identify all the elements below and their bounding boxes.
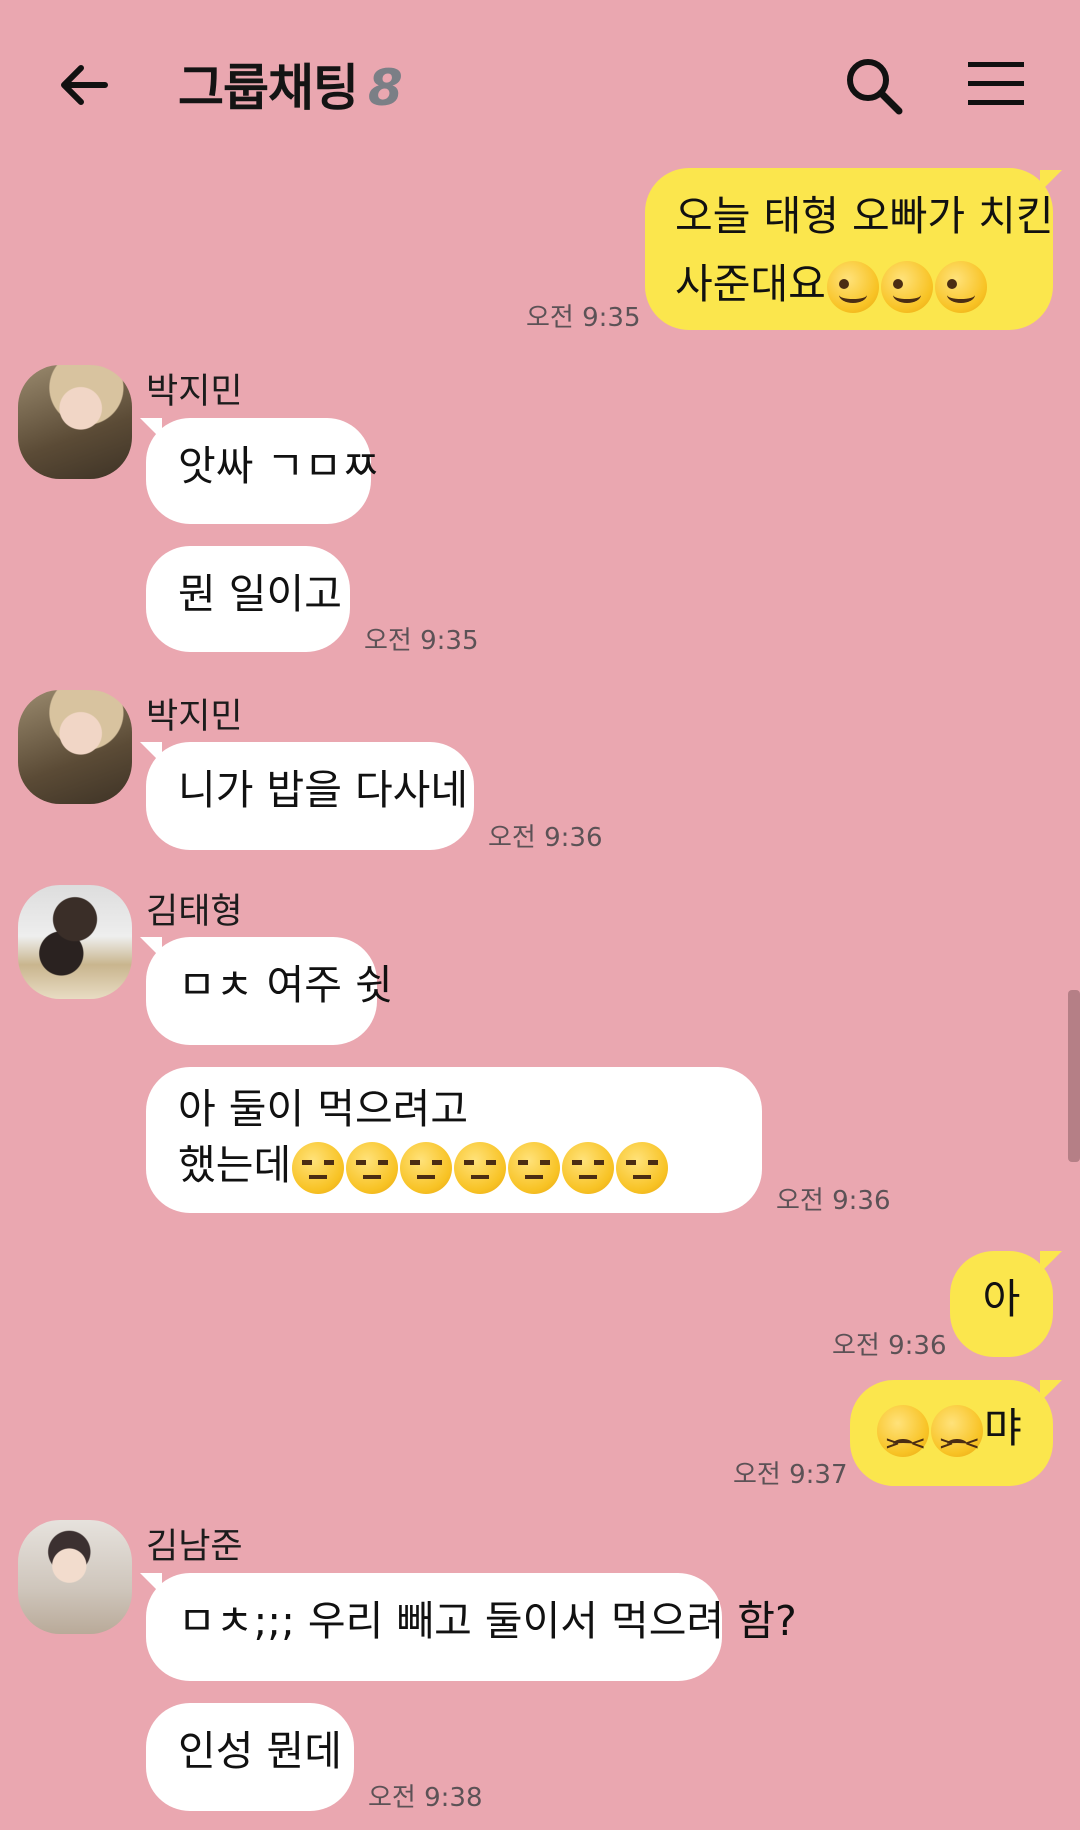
- incoming-message-bubble[interactable]: 니가 밥을 다사네: [146, 742, 474, 850]
- sender-name: 박지민: [146, 697, 243, 737]
- message-timestamp: 오전 9:35: [526, 303, 641, 333]
- message-timestamp: 오전 9:38: [368, 1783, 483, 1813]
- expressionless-face-emoji: [454, 1142, 507, 1194]
- incoming-message-bubble[interactable]: ㅁㅊ 여주 쉿: [146, 937, 393, 1045]
- persevering-face-emoji: [877, 1405, 929, 1474]
- bubble-tail: [1040, 1251, 1062, 1273]
- expressionless-face-emoji: [292, 1142, 345, 1194]
- back-arrow-icon[interactable]: [55, 55, 115, 115]
- expressionless-face-emoji: [400, 1142, 453, 1194]
- sender-name: 김남준: [146, 1527, 243, 1567]
- message-timestamp: 오전 9:36: [488, 823, 603, 853]
- avatar-kim-namjoon[interactable]: [18, 1520, 132, 1634]
- message-line: 사준대요: [675, 260, 826, 308]
- incoming-message-bubble[interactable]: 뭔 일이고: [146, 546, 350, 652]
- message-timestamp: 오전 9:35: [364, 626, 479, 656]
- outgoing-message-bubble[interactable]: 먀: [850, 1380, 1053, 1486]
- expressionless-face-emoji: [562, 1142, 615, 1194]
- chat-title-text: 그룹채팅: [178, 59, 359, 117]
- avatar-park-jimin[interactable]: [18, 365, 132, 479]
- message-line: 아 둘이 먹으려고: [178, 1085, 469, 1133]
- expressionless-face-emoji: [616, 1142, 669, 1194]
- outgoing-message-bubble[interactable]: 오늘 태형 오빠가 치킨 사준대요: [645, 168, 1054, 330]
- winking-face-emoji: [934, 261, 987, 313]
- menu-icon[interactable]: [968, 60, 1024, 108]
- incoming-message-bubble[interactable]: 인성 뭔데: [146, 1703, 354, 1811]
- message-line: 사준대요: [675, 250, 1023, 318]
- bubble-tail: [1040, 170, 1062, 192]
- message-timestamp: 오전 9:36: [776, 1186, 891, 1216]
- bubble-tail: [1040, 1380, 1062, 1402]
- outgoing-message-bubble[interactable]: 아: [950, 1251, 1053, 1357]
- member-count: 8: [368, 59, 403, 117]
- message-timestamp: 오전 9:37: [733, 1460, 848, 1490]
- scrollbar[interactable]: [1068, 990, 1080, 1162]
- message-line: 오늘 태형 오빠가 치킨: [675, 192, 1054, 240]
- sender-name: 김태형: [146, 892, 243, 932]
- winking-face-emoji: [880, 261, 933, 313]
- expressionless-face-emoji: [346, 1142, 399, 1194]
- message-line: 했는데: [178, 1137, 730, 1194]
- message-timestamp: 오전 9:36: [832, 1331, 947, 1361]
- search-icon[interactable]: [843, 55, 905, 117]
- incoming-message-bubble[interactable]: 앗싸 ㄱㅁㅉ: [146, 418, 380, 524]
- incoming-message-bubble[interactable]: 아 둘이 먹으려고 했는데: [146, 1067, 762, 1213]
- expressionless-face-emoji: [508, 1142, 561, 1194]
- avatar-park-jimin[interactable]: [18, 690, 132, 804]
- avatar-kim-taehyung[interactable]: [18, 885, 132, 999]
- message-line: 했는데: [178, 1141, 292, 1189]
- incoming-message-bubble[interactable]: ㅁㅊ;;; 우리 빼고 둘이서 먹으려 함?: [146, 1573, 797, 1681]
- message-text: 먀: [984, 1404, 1022, 1452]
- chat-title: 그룹채팅 8: [178, 48, 403, 120]
- chat-header: 그룹채팅 8: [0, 0, 1080, 170]
- persevering-face-emoji: [931, 1405, 983, 1474]
- sender-name: 박지민: [146, 372, 243, 412]
- winking-face-emoji: [826, 261, 879, 313]
